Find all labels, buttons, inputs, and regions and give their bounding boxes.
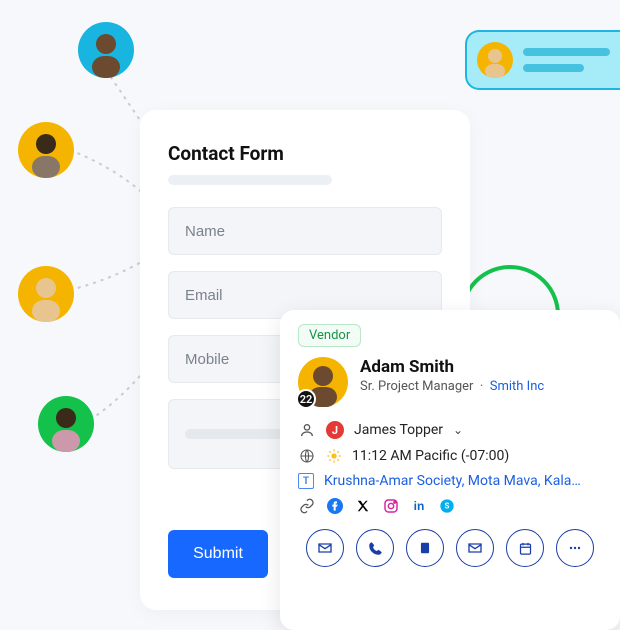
address-text: Krushna-Amar Society, Mota Mava, Kalaw..… — [324, 473, 584, 489]
timezone-text: 11:12 AM Pacific (-07:00) — [352, 448, 509, 464]
address-row[interactable]: T Krushna-Amar Society, Mota Mava, Kalaw… — [298, 469, 602, 493]
chevron-down-icon: ⌄ — [453, 423, 463, 437]
facebook-icon[interactable] — [326, 497, 344, 515]
contact-role: Sr. Project Manager — [360, 379, 473, 394]
avatar-decor-4 — [38, 396, 94, 452]
calendar-button[interactable] — [506, 529, 544, 567]
avatar — [477, 42, 513, 78]
name-field[interactable] — [168, 207, 442, 255]
skype-icon[interactable]: S — [438, 497, 456, 515]
skeleton-line — [168, 175, 332, 185]
note-button[interactable] — [406, 529, 444, 567]
contact-avatar: 22 — [298, 357, 348, 407]
avatar-decor-2 — [18, 122, 74, 178]
action-button-row — [298, 529, 602, 567]
owner-row[interactable]: J James Topper ⌄ — [298, 417, 602, 443]
linkedin-icon[interactable]: in — [410, 497, 428, 515]
company-link[interactable]: Smith Inc — [490, 379, 544, 394]
chat-preview-card — [465, 30, 620, 90]
link-icon — [298, 497, 316, 515]
address-type-icon: T — [298, 473, 314, 489]
sun-icon — [326, 448, 342, 464]
instagram-icon[interactable] — [382, 497, 400, 515]
skeleton-line — [523, 64, 584, 72]
avatar-decor-3 — [18, 266, 74, 322]
form-title: Contact Form — [168, 142, 442, 165]
call-button[interactable] — [356, 529, 394, 567]
person-icon — [298, 421, 316, 439]
mail2-button[interactable] — [456, 529, 494, 567]
submit-button[interactable]: Submit — [168, 530, 268, 578]
owner-name: James Topper — [354, 422, 443, 438]
owner-initial-badge: J — [326, 421, 344, 439]
x-icon[interactable] — [354, 497, 372, 515]
contact-subtitle: Sr. Project Manager · Smith Inc — [360, 379, 544, 394]
globe-icon — [298, 447, 316, 465]
mail-button[interactable] — [306, 529, 344, 567]
contact-name: Adam Smith — [360, 357, 544, 377]
activity-count-badge: 22 — [296, 389, 316, 409]
contact-type-tag: Vendor — [298, 324, 361, 347]
contact-detail-card: Vendor 22 Adam Smith Sr. Project Manager… — [280, 310, 620, 630]
timezone-row: 11:12 AM Pacific (-07:00) — [298, 443, 602, 469]
svg-text:S: S — [445, 502, 450, 511]
more-button[interactable] — [556, 529, 594, 567]
avatar-decor-1 — [78, 22, 134, 78]
skeleton-line — [523, 48, 610, 56]
